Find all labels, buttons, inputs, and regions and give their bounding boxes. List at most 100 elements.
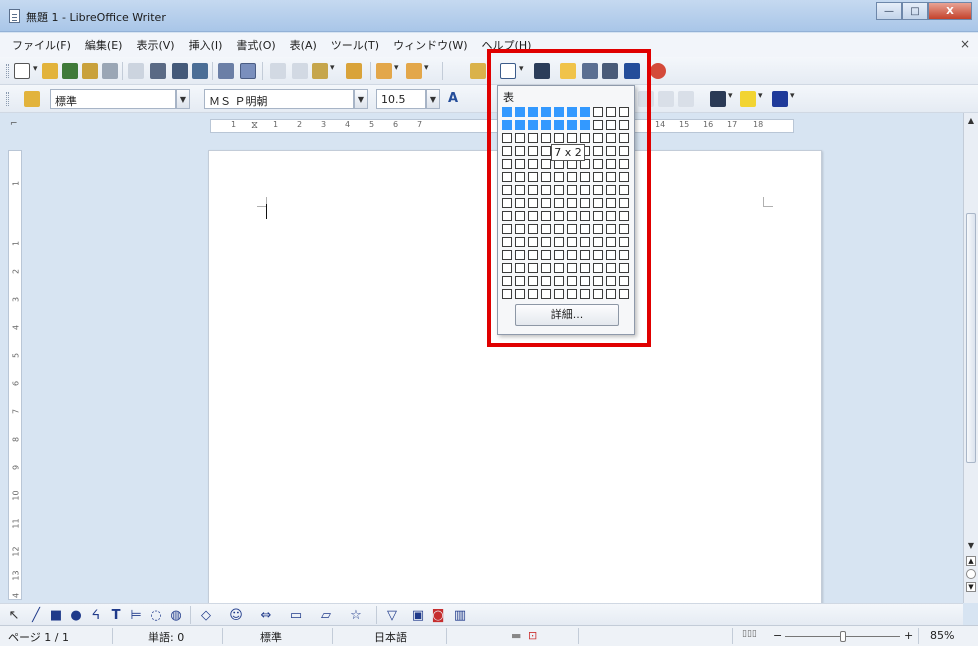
table-grid-cell[interactable]: [619, 250, 629, 260]
export-pdf-icon[interactable]: [150, 63, 166, 79]
edit-mode-icon[interactable]: [128, 63, 144, 79]
hyperlink-icon[interactable]: [470, 63, 486, 79]
table-grid-cell[interactable]: [619, 224, 629, 234]
table-grid-cell[interactable]: [606, 198, 616, 208]
table-grid-cell[interactable]: [541, 211, 551, 221]
table-grid-cell[interactable]: [619, 198, 629, 208]
select-icon[interactable]: ↖: [6, 607, 22, 623]
styles-icon[interactable]: [24, 91, 40, 107]
next-page-icon[interactable]: ▼: [966, 582, 976, 592]
table-grid-cell[interactable]: [515, 133, 525, 143]
table-grid-cell[interactable]: [541, 185, 551, 195]
table-grid-cell[interactable]: [606, 224, 616, 234]
table-grid-cell[interactable]: [502, 185, 512, 195]
table-grid-cell[interactable]: [515, 146, 525, 156]
undo-icon[interactable]: [376, 63, 399, 79]
close-button[interactable]: X: [928, 2, 972, 20]
table-grid-cell[interactable]: [502, 211, 512, 221]
table-grid-cell[interactable]: [554, 237, 564, 247]
scroll-up-icon[interactable]: ▲: [966, 116, 976, 126]
table-grid-cell[interactable]: [580, 120, 590, 130]
vertical-text-icon[interactable]: ⊨: [128, 607, 144, 623]
table-grid-cell[interactable]: [593, 250, 603, 260]
table-grid-cell[interactable]: [593, 159, 603, 169]
vertical-ruler[interactable]: 1 1 2 3 4 5 6 7 8 9 10 11 12 13 4: [8, 150, 22, 600]
table-grid-cell[interactable]: [528, 146, 538, 156]
table-grid-cell[interactable]: [606, 107, 616, 117]
table-grid-cell[interactable]: [515, 250, 525, 260]
table-grid-cell[interactable]: [593, 211, 603, 221]
page-indicator[interactable]: ページ 1 / 1: [8, 629, 69, 645]
table-grid-cell[interactable]: [502, 224, 512, 234]
table-grid-cell[interactable]: [515, 107, 525, 117]
zoom-level[interactable]: 85%: [930, 629, 954, 642]
insert-mode-icon[interactable]: ▬: [511, 629, 521, 642]
table-grid-cell[interactable]: [619, 146, 629, 156]
toggle-extrusion-icon[interactable]: ▥: [452, 607, 468, 623]
paragraph-style-dropdown[interactable]: ▼: [176, 89, 190, 109]
menu-format[interactable]: 書式(O): [236, 37, 275, 53]
table-grid-cell[interactable]: [606, 159, 616, 169]
font-size-dropdown[interactable]: ▼: [426, 89, 440, 109]
table-grid-cell[interactable]: [528, 224, 538, 234]
spellcheck-icon[interactable]: [218, 63, 234, 79]
table-grid-cell[interactable]: [541, 172, 551, 182]
new-document-icon[interactable]: [14, 63, 38, 79]
table-grid-cell[interactable]: [606, 276, 616, 286]
table-grid-cell[interactable]: [515, 211, 525, 221]
table-grid-cell[interactable]: [528, 276, 538, 286]
menu-tools[interactable]: ツール(T): [331, 37, 379, 53]
background-color-icon[interactable]: [772, 91, 795, 107]
table-grid-cell[interactable]: [515, 276, 525, 286]
table-grid-cell[interactable]: [593, 185, 603, 195]
table-grid-cell[interactable]: [619, 263, 629, 273]
zoom-in-button[interactable]: +: [904, 629, 913, 642]
table-grid-cell[interactable]: [593, 133, 603, 143]
table-grid-cell[interactable]: [580, 211, 590, 221]
table-grid-cell[interactable]: [580, 289, 590, 299]
menu-window[interactable]: ウィンドウ(W): [393, 37, 467, 53]
table-grid-cell[interactable]: [619, 237, 629, 247]
table-grid-cell[interactable]: [541, 107, 551, 117]
table-grid-cell[interactable]: [619, 120, 629, 130]
table-grid-cell[interactable]: [528, 159, 538, 169]
table-grid-cell[interactable]: [580, 263, 590, 273]
table-grid-cell[interactable]: [502, 133, 512, 143]
table-grid-cell[interactable]: [528, 250, 538, 260]
toolbar-grip[interactable]: [6, 92, 9, 106]
table-grid-cell[interactable]: [567, 172, 577, 182]
table-grid-cell[interactable]: [606, 185, 616, 195]
table-grid-cell[interactable]: [502, 198, 512, 208]
table-grid-cell[interactable]: [567, 276, 577, 286]
table-grid-cell[interactable]: [502, 250, 512, 260]
menu-insert[interactable]: 挿入(I): [189, 37, 223, 53]
more-options-button[interactable]: 詳細...: [515, 304, 619, 326]
table-grid-cell[interactable]: [606, 146, 616, 156]
table-grid-cell[interactable]: [580, 224, 590, 234]
table-grid-cell[interactable]: [502, 263, 512, 273]
table-grid-cell[interactable]: [567, 198, 577, 208]
print-icon[interactable]: [172, 63, 188, 79]
table-grid-cell[interactable]: [528, 120, 538, 130]
table-grid-cell[interactable]: [528, 263, 538, 273]
table-grid-cell[interactable]: [567, 250, 577, 260]
table-grid-cell[interactable]: [515, 237, 525, 247]
table-grid-cell[interactable]: [554, 289, 564, 299]
from-file-icon[interactable]: ▣: [410, 607, 426, 623]
table-grid-cell[interactable]: [502, 172, 512, 182]
text-icon[interactable]: T: [108, 607, 124, 623]
table-grid-cell[interactable]: [606, 289, 616, 299]
scroll-down-icon[interactable]: ▼: [966, 541, 976, 551]
bold-icon[interactable]: A: [448, 91, 464, 107]
table-grid-cell[interactable]: [567, 107, 577, 117]
table-grid-cell[interactable]: [502, 107, 512, 117]
table-grid-cell[interactable]: [580, 107, 590, 117]
highlight-icon[interactable]: [740, 91, 763, 107]
table-grid-cell[interactable]: [528, 107, 538, 117]
table-grid-cell[interactable]: [619, 133, 629, 143]
view-layout-icon[interactable]: ▯▯▯: [742, 629, 757, 639]
table-grid-cell[interactable]: [619, 276, 629, 286]
table-grid-cell[interactable]: [554, 211, 564, 221]
decrease-indent-icon[interactable]: [658, 91, 674, 107]
basic-shapes-icon[interactable]: ◇: [198, 607, 214, 623]
